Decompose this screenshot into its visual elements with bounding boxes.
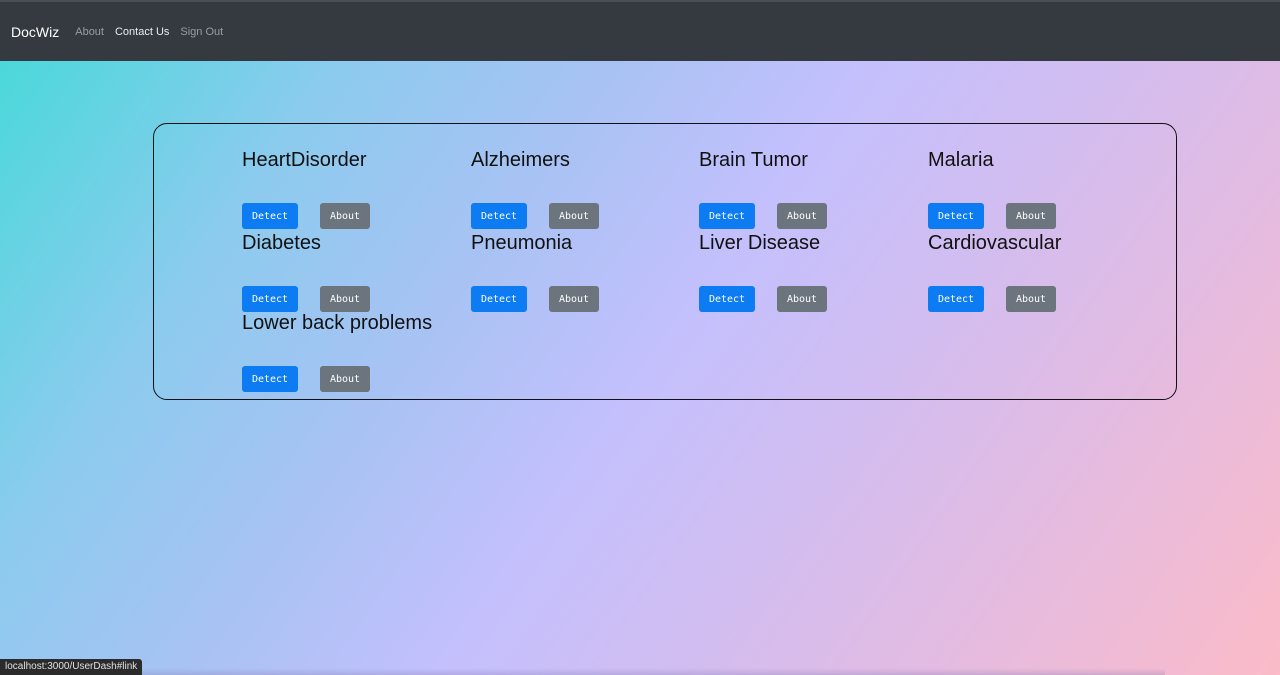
detect-button[interactable]: Detect [699, 286, 755, 312]
detect-button[interactable]: Detect [699, 203, 755, 229]
about-button[interactable]: About [1006, 203, 1056, 229]
disease-title: HeartDisorder [242, 149, 367, 171]
about-button[interactable]: About [549, 203, 599, 229]
link-status-bar: localhost:3000/UserDash#link [0, 659, 143, 675]
disease-title: Lower back problems [242, 312, 433, 334]
disease-title: Diabetes [242, 232, 321, 254]
detect-button[interactable]: Detect [471, 286, 527, 312]
about-button[interactable]: About [320, 203, 370, 229]
top-navbar: DocWiz About Contact Us Sign Out [0, 0, 1280, 61]
brand-logo-link[interactable]: DocWiz [11, 24, 59, 40]
nav-link-sign-out[interactable]: Sign Out [180, 26, 223, 38]
detect-button[interactable]: Detect [928, 286, 984, 312]
detect-button[interactable]: Detect [242, 286, 298, 312]
disease-title: Malaria [928, 149, 994, 171]
about-button[interactable]: About [320, 286, 370, 312]
detect-button[interactable]: Detect [242, 366, 298, 392]
disease-title: Alzheimers [471, 149, 570, 171]
disease-panel: HeartDisorder Detect About Alzheimers De… [153, 123, 1177, 400]
bottom-shadow [0, 668, 1165, 675]
disease-title: Brain Tumor [699, 149, 808, 171]
detect-button[interactable]: Detect [242, 203, 298, 229]
disease-title: Cardiovascular [928, 232, 1062, 254]
disease-title: Pneumonia [471, 232, 573, 254]
about-button[interactable]: About [320, 366, 370, 392]
about-button[interactable]: About [549, 286, 599, 312]
detect-button[interactable]: Detect [471, 203, 527, 229]
disease-title: Liver Disease [699, 232, 821, 254]
nav-link-about[interactable]: About [75, 26, 104, 38]
about-button[interactable]: About [1006, 286, 1056, 312]
nav-link-contact-us[interactable]: Contact Us [115, 26, 169, 38]
detect-button[interactable]: Detect [928, 203, 984, 229]
about-button[interactable]: About [777, 286, 827, 312]
about-button[interactable]: About [777, 203, 827, 229]
